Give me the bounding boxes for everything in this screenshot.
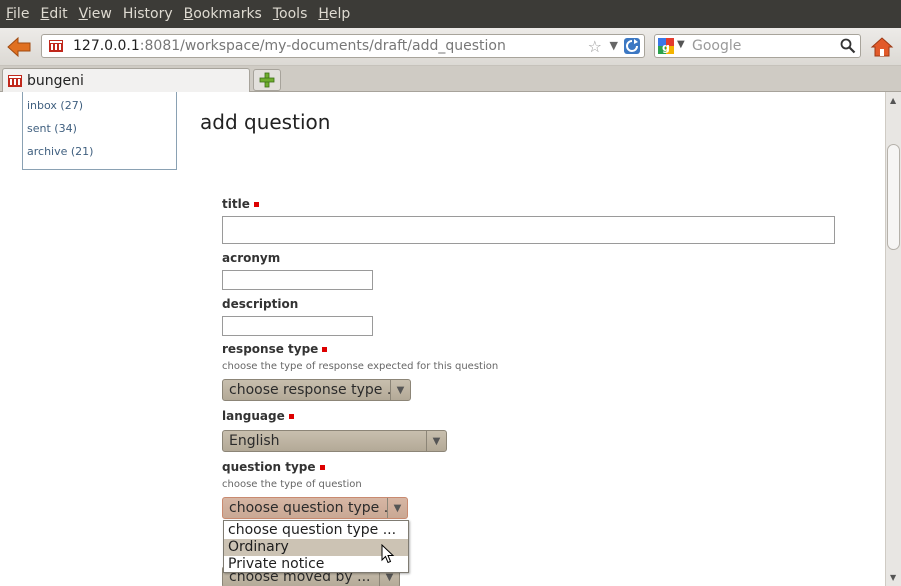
search-bar[interactable]: g ▼ Google [654, 34, 861, 58]
menu-help[interactable]: Help [314, 6, 354, 22]
menu-tools[interactable]: Tools [269, 6, 312, 22]
question-type-hint: choose the type of question [222, 479, 362, 490]
page-content: inbox (27) sent (34) archive (21) add qu… [0, 92, 885, 586]
folder-box: inbox (27) sent (34) archive (21) [22, 92, 177, 170]
home-button[interactable] [870, 35, 894, 59]
reload-icon[interactable] [624, 38, 640, 54]
new-tab-button[interactable] [253, 69, 281, 91]
response-type-field-label: response type [222, 342, 328, 356]
tab-bungeni[interactable]: bungeni [2, 68, 250, 92]
back-button[interactable] [6, 35, 32, 59]
vertical-scrollbar[interactable]: ▲ ▼ [885, 92, 901, 586]
menu-view[interactable]: View [75, 6, 116, 22]
language-select[interactable]: English ▼ [222, 430, 447, 452]
required-marker-icon [322, 347, 328, 352]
description-input[interactable] [222, 316, 373, 336]
back-arrow-icon [7, 36, 31, 58]
navigation-toolbar: 127.0.0.1:8081/workspace/my-documents/dr… [0, 28, 901, 66]
title-input[interactable] [222, 216, 835, 244]
chevron-down-icon: ▼ [426, 431, 446, 451]
response-type-hint: choose the type of response expected for… [222, 361, 499, 372]
url-text: 127.0.0.1:8081/workspace/my-documents/dr… [73, 38, 506, 54]
home-icon [870, 37, 894, 57]
sidebar-link-inbox[interactable]: inbox (27) [27, 99, 83, 112]
url-bar[interactable]: 127.0.0.1:8081/workspace/my-documents/dr… [41, 34, 645, 58]
question-type-select[interactable]: choose question type ... ▼ [222, 497, 408, 519]
search-icon[interactable] [840, 38, 856, 54]
required-marker-icon [253, 202, 259, 207]
sidebar-link-archive[interactable]: archive (21) [27, 145, 93, 158]
scroll-down-icon[interactable]: ▼ [890, 573, 896, 582]
svg-text:g: g [662, 41, 670, 54]
description-field-label: description [222, 297, 299, 311]
title-field-label: title [222, 197, 259, 211]
required-marker-icon [319, 465, 325, 470]
acronym-field-label: acronym [222, 251, 281, 265]
response-type-select[interactable]: choose response type ... ▼ [222, 379, 411, 401]
chevron-down-icon: ▼ [387, 498, 407, 518]
menu-bookmarks[interactable]: Bookmarks [180, 6, 266, 22]
language-field-label: language [222, 409, 294, 423]
mouse-cursor-icon [381, 544, 395, 564]
engine-dropdown-icon[interactable]: ▼ [677, 39, 685, 50]
page-title: add question [200, 110, 331, 134]
question-type-field-label: question type [222, 460, 325, 474]
required-marker-icon [288, 414, 294, 419]
plus-icon [259, 72, 275, 88]
url-history-dropdown-icon[interactable]: ▼ [610, 39, 618, 52]
tab-strip: bungeni [0, 66, 901, 92]
chevron-down-icon: ▼ [390, 380, 410, 400]
bookmark-star-icon[interactable]: ☆ [588, 37, 602, 56]
google-engine-icon[interactable]: g [658, 38, 674, 54]
menu-bar: File Edit View History Bookmarks Tools H… [0, 0, 901, 28]
menu-history[interactable]: History [119, 6, 177, 22]
tab-label: bungeni [27, 72, 84, 89]
scroll-up-icon[interactable]: ▲ [890, 96, 896, 105]
acronym-input[interactable] [222, 270, 373, 290]
dropdown-option[interactable]: choose question type ... [224, 522, 408, 539]
sidebar-link-sent[interactable]: sent (34) [27, 122, 77, 135]
site-favicon-icon [49, 40, 63, 52]
menu-file[interactable]: File [2, 6, 33, 22]
site-favicon-icon [8, 74, 22, 87]
search-input[interactable]: Google [692, 38, 741, 54]
menu-edit[interactable]: Edit [36, 6, 71, 22]
scrollbar-thumb[interactable] [887, 144, 900, 250]
